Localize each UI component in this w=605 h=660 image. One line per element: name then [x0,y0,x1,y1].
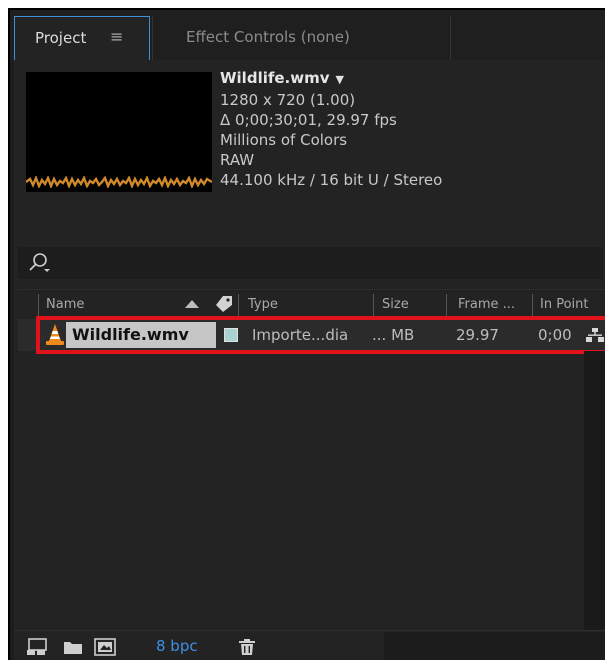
new-folder-icon[interactable] [62,638,84,656]
selection-highlight [36,316,605,354]
bit-depth-button[interactable]: 8 bpc [156,637,198,655]
bottom-toolbar-empty-area [384,632,605,660]
column-header: Name Type Size Frame ... In Point [18,289,605,317]
bottom-toolbar: 8 bpc [14,630,605,660]
column-divider [238,294,239,316]
footage-codec: RAW [220,151,255,169]
column-size[interactable]: Size [382,297,409,312]
tab-bar: Project ≡ Effect Controls (none) [10,10,605,62]
column-type[interactable]: Type [248,297,278,312]
footage-audio: 44.100 kHz / 16 bit U / Stereo [220,171,443,189]
tab-separator [450,16,451,60]
footage-dropdown-icon[interactable]: ▼ [336,73,344,86]
footage-colors: Millions of Colors [220,131,348,149]
search-icon[interactable] [28,252,50,274]
new-composition-icon[interactable] [94,638,116,656]
label-tag-icon[interactable] [213,295,233,313]
column-divider [38,294,39,316]
footage-thumbnail [26,72,212,192]
footage-resolution: 1280 x 720 (1.00) [220,91,356,109]
column-divider [532,294,533,316]
table-row[interactable]: Wildlife.wmv Importe...dia ... MB 29.97 … [18,316,605,354]
tab-project-label: Project [35,29,87,47]
search-field[interactable] [18,247,603,279]
column-divider [373,294,374,316]
audio-waveform [26,176,212,188]
column-in-point[interactable]: In Point [540,297,588,312]
sort-ascending-icon[interactable] [184,298,200,310]
interpret-footage-icon[interactable] [26,638,48,656]
footage-duration: Δ 0;00;30;01, 29.97 fps [220,111,397,129]
footage-info: Wildlife.wmv ▼ 1280 x 720 (1.00) Δ 0;00;3… [220,68,442,190]
tab-project[interactable]: Project ≡ [14,16,150,62]
trash-icon[interactable] [236,638,258,656]
panel-menu-icon[interactable]: ≡ [110,27,123,46]
tab-effect-controls[interactable]: Effect Controls (none) [186,28,350,46]
project-panel: Wildlife.wmv ▼ 1280 x 720 (1.00) Δ 0;00;3… [14,60,605,660]
vertical-scrollbar[interactable] [584,351,605,630]
column-divider [446,294,447,316]
tab-separator [152,16,153,60]
footage-filename: Wildlife.wmv [220,69,330,87]
column-frame-rate[interactable]: Frame ... [458,297,515,312]
project-panel-frame: Project ≡ Effect Controls (none) Wildlif… [8,8,605,660]
footage-title[interactable]: Wildlife.wmv ▼ [220,68,442,90]
column-name[interactable]: Name [46,297,84,312]
